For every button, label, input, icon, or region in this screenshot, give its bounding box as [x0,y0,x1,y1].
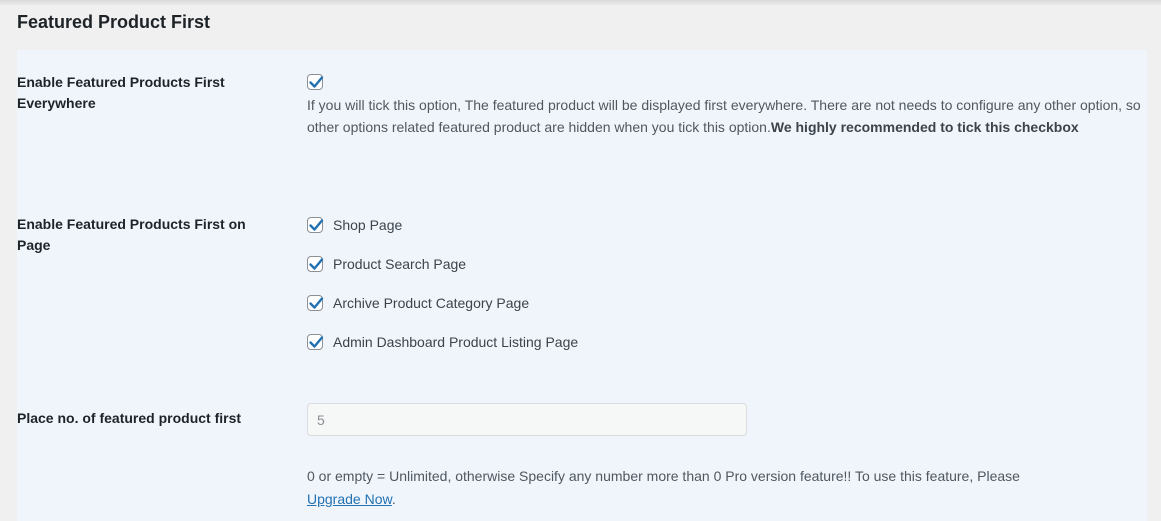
place-count-label: Place no. of featured product first [17,410,242,426]
shop-page-checkbox[interactable] [307,217,324,233]
admin-dashboard-listing-label[interactable]: Admin Dashboard Product Listing Page [333,332,578,352]
everywhere-checkbox[interactable] [307,74,324,90]
section-title: Featured Product First [17,12,211,32]
archive-category-page-label[interactable]: Archive Product Category Page [333,293,529,313]
everywhere-emphasis: We highly recommended to tick this check… [770,119,1079,135]
everywhere-label: Enable Featured Products First Everywher… [17,74,225,111]
place-count-help-text: 0 or empty = Unlimited, otherwise Specif… [307,468,1020,484]
place-count-help: 0 or empty = Unlimited, otherwise Specif… [307,465,1107,511]
checkmark-icon [309,258,324,270]
product-search-page-checkbox[interactable] [307,256,324,272]
upgrade-now-link[interactable]: Upgrade Now [307,491,392,507]
admin-dashboard-listing-checkbox[interactable] [307,334,324,350]
help-trailing-period: . [391,491,396,507]
on-page-label: Enable Featured Products First on Page [17,216,246,253]
checkmark-icon [309,297,324,309]
checkmark-icon [309,336,324,348]
shop-page-label[interactable]: Shop Page [333,215,402,235]
place-count-input[interactable] [307,403,747,436]
top-shadow [0,0,1161,6]
everywhere-description: If you will tick this option, The featur… [307,94,1142,138]
archive-category-page-checkbox[interactable] [307,295,324,311]
checkmark-icon [309,76,324,88]
checkmark-icon [309,219,324,231]
product-search-page-label[interactable]: Product Search Page [333,254,466,274]
